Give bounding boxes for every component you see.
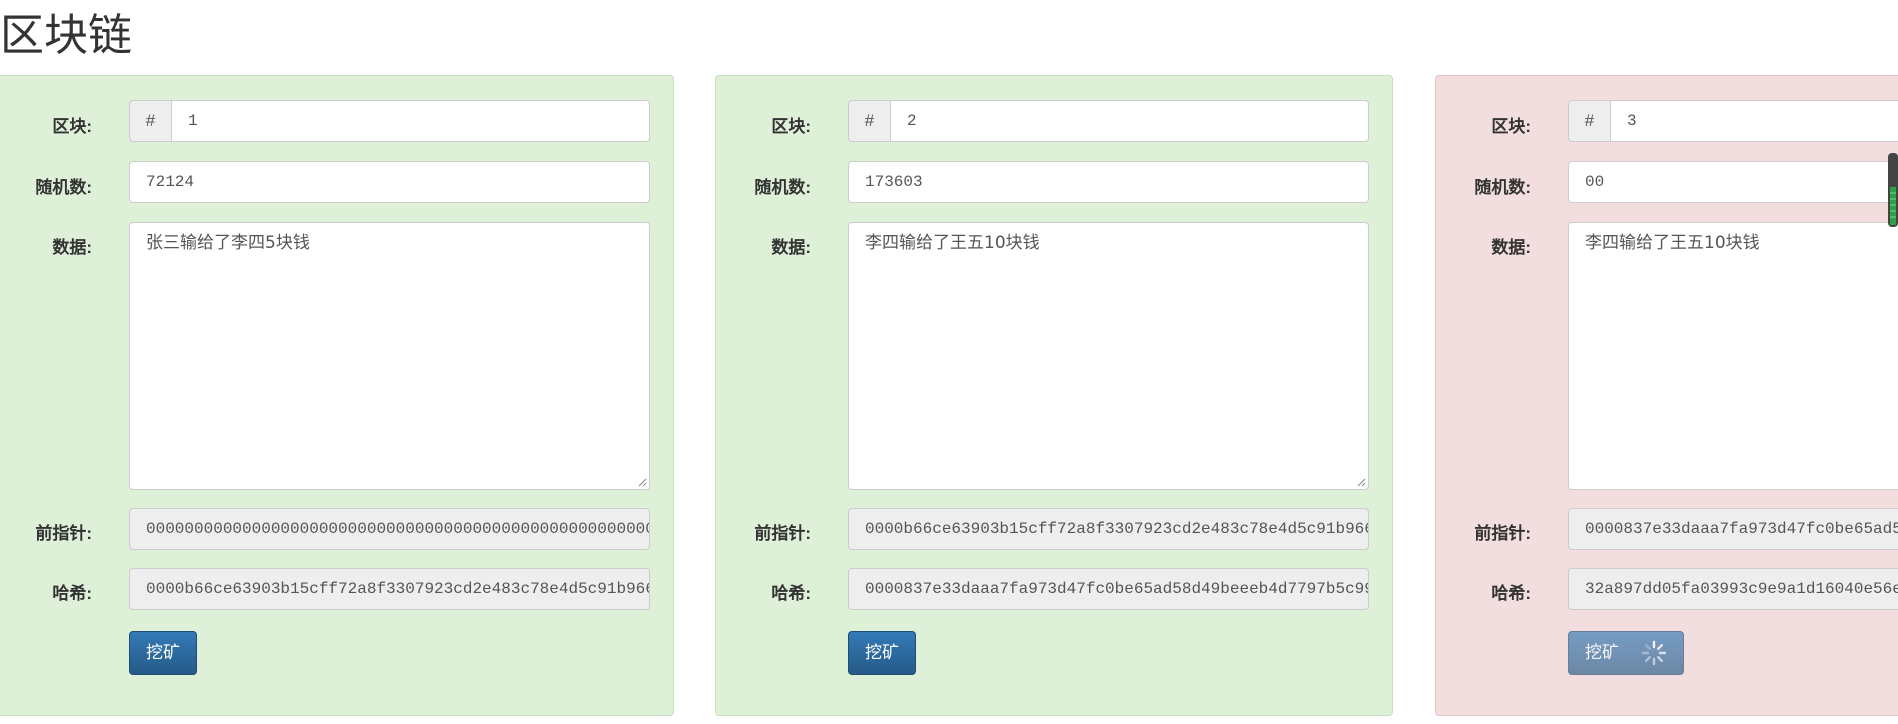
resize-grip-icon[interactable] (1356, 477, 1366, 487)
block-label: 区块: (1491, 117, 1531, 136)
prev-hash-field: 0000837e33daaa7fa973d47fc0be65ad58 (1568, 508, 1898, 550)
block-number-input[interactable]: 2 (890, 100, 1369, 142)
data-text: 李四输给了王五10块钱 (1585, 233, 1760, 253)
data-text: 张三输给了李四5块钱 (146, 233, 310, 253)
resize-grip-icon[interactable] (637, 477, 647, 487)
block-number-group: # 2 (848, 100, 1369, 142)
block-number-group: # 3 (1568, 100, 1898, 142)
nonce-input[interactable]: 72124 (129, 161, 650, 203)
block-number-input[interactable]: 3 (1610, 100, 1898, 142)
data-text: 李四输给了王五10块钱 (865, 233, 1040, 253)
scrollbar-thumb[interactable] (1888, 153, 1898, 227)
nonce-label: 随机数: (754, 178, 811, 197)
prev-label: 前指针: (754, 524, 811, 543)
prev-hash-field: 0000000000000000000000000000000000000000… (129, 508, 650, 550)
prev-label: 前指针: (35, 524, 92, 543)
nonce-input[interactable]: 173603 (848, 161, 1369, 203)
mine-button[interactable]: 挖矿 (848, 631, 916, 675)
hash-field: 0000837e33daaa7fa973d47fc0be65ad58d49bee… (848, 568, 1369, 610)
data-label: 数据: (52, 238, 92, 257)
block-number-input[interactable]: 1 (171, 100, 650, 142)
nonce-label: 随机数: (1474, 178, 1531, 197)
data-label: 数据: (1491, 238, 1531, 257)
block-number-group: # 1 (129, 100, 650, 142)
block-card-1: 区块: # 1 随机数: 72124 数据: 张三输给了李四5块钱 前指针: 0… (0, 75, 674, 716)
mine-button-label: 挖矿 (1585, 643, 1619, 663)
hash-field: 32a897dd05fa03993c9e9a1d16040e56ee (1568, 568, 1898, 610)
hash-field: 0000b66ce63903b15cff72a8f3307923cd2e483c… (129, 568, 650, 610)
mine-button[interactable]: 挖矿 (1568, 631, 1684, 675)
mine-button-label: 挖矿 (865, 643, 899, 663)
progress-bars-icon (1890, 187, 1896, 225)
data-textarea[interactable]: 李四输给了王五10块钱 (1568, 222, 1898, 490)
prev-hash-field: 0000b66ce63903b15cff72a8f3307923cd2e483c… (848, 508, 1369, 550)
block-card-3: 区块: # 3 随机数: 00 数据: 李四输给了王五10块钱 前指针: 000… (1435, 75, 1898, 716)
nonce-input[interactable]: 00 (1568, 161, 1898, 203)
mine-button-label: 挖矿 (146, 643, 180, 663)
hash-sign-addon: # (129, 100, 171, 142)
block-label: 区块: (771, 117, 811, 136)
loading-spinner-icon (1641, 640, 1667, 666)
prev-label: 前指针: (1474, 524, 1531, 543)
hash-label: 哈希: (771, 584, 811, 603)
nonce-label: 随机数: (35, 178, 92, 197)
hash-sign-addon: # (1568, 100, 1610, 142)
hash-label: 哈希: (52, 584, 92, 603)
page-title: 区块链 (0, 10, 132, 61)
block-card-2: 区块: # 2 随机数: 173603 数据: 李四输给了王五10块钱 前指针:… (715, 75, 1393, 716)
hash-label: 哈希: (1491, 584, 1531, 603)
block-label: 区块: (52, 117, 92, 136)
hash-sign-addon: # (848, 100, 890, 142)
data-textarea[interactable]: 李四输给了王五10块钱 (848, 222, 1369, 490)
data-textarea[interactable]: 张三输给了李四5块钱 (129, 222, 650, 490)
mine-button[interactable]: 挖矿 (129, 631, 197, 675)
data-label: 数据: (771, 238, 811, 257)
